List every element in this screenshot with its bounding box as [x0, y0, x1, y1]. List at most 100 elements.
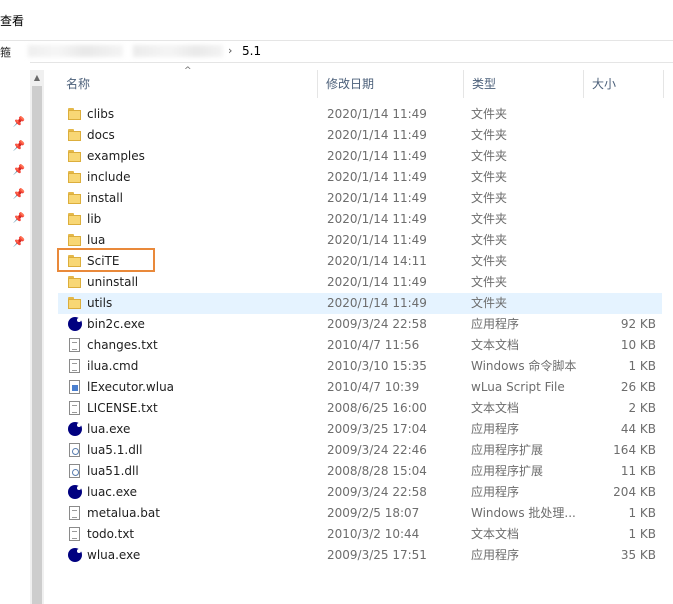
- column-header-date[interactable]: 修改日期: [318, 70, 464, 98]
- folder-icon: [68, 212, 82, 226]
- file-date: 2009/3/24 22:58: [327, 317, 427, 331]
- column-header-row: ^ 名称 修改日期 类型 大小: [58, 66, 668, 98]
- file-type: 文件夹: [471, 275, 508, 289]
- file-name: lua51.dll: [87, 464, 139, 478]
- file-row[interactable]: utils 2020/1/14 11:49 文件夹: [58, 293, 662, 314]
- file-date: 2020/1/14 11:49: [327, 212, 427, 226]
- folder-icon: [68, 128, 82, 142]
- address-blurred-segment[interactable]: [133, 45, 223, 57]
- file-size: 1 KB: [628, 359, 656, 373]
- file-name: lua5.1.dll: [87, 443, 143, 457]
- script-file-icon: [68, 359, 82, 373]
- pin-icon[interactable]: 📌: [12, 140, 26, 154]
- file-row[interactable]: metalua.bat 2009/2/5 18:07 Windows 批处理... 1…: [58, 503, 662, 524]
- file-name: luac.exe: [87, 485, 137, 499]
- column-header-size[interactable]: 大小: [584, 70, 664, 98]
- folder-icon: [68, 107, 82, 121]
- file-row[interactable]: lua5.1.dll 2009/3/24 22:46 应用程序扩展 164 KB: [58, 440, 662, 461]
- folder-icon: [68, 191, 82, 205]
- file-row[interactable]: uninstall 2020/1/14 11:49 文件夹: [58, 272, 662, 293]
- file-row[interactable]: docs 2020/1/14 11:49 文件夹: [58, 125, 662, 146]
- column-header-name[interactable]: 名称: [58, 70, 318, 98]
- file-date: 2020/1/14 11:49: [327, 128, 427, 142]
- file-size: 92 KB: [620, 317, 656, 331]
- column-header-type[interactable]: 类型: [464, 70, 584, 98]
- file-list: clibs 2020/1/14 11:49 文件夹 docs 2020/1/14 11:…: [58, 104, 662, 566]
- file-row[interactable]: LICENSE.txt 2008/6/25 16:00 文本文档 2 KB: [58, 398, 662, 419]
- file-name: wlua.exe: [87, 548, 141, 562]
- chevron-right-icon[interactable]: ›: [228, 44, 232, 57]
- file-date: 2020/1/14 11:49: [327, 107, 427, 121]
- nav-scrollbar[interactable]: ▲: [30, 70, 44, 604]
- file-type: Windows 命令脚本: [471, 359, 577, 373]
- file-type: 文本文档: [471, 527, 520, 541]
- address-bar[interactable]: 箍 › 5.1: [0, 40, 673, 63]
- script-file-icon: [69, 506, 80, 520]
- file-type: 文本文档: [471, 401, 520, 415]
- file-row[interactable]: changes.txt 2010/4/7 11:56 文本文档 10 KB: [58, 335, 662, 356]
- file-size: 35 KB: [620, 548, 656, 562]
- file-size: 11 KB: [620, 464, 656, 478]
- pin-icon[interactable]: 📌: [12, 164, 26, 178]
- file-row[interactable]: lib 2020/1/14 11:49 文件夹: [58, 209, 662, 230]
- address-current-folder[interactable]: 5.1: [242, 44, 261, 58]
- file-row[interactable]: clibs 2020/1/14 11:49 文件夹: [58, 104, 662, 125]
- file-size: 44 KB: [620, 422, 656, 436]
- folder-icon: [68, 296, 82, 310]
- file-row[interactable]: todo.txt 2010/3/2 10:44 文本文档 1 KB: [58, 524, 662, 545]
- file-row[interactable]: lua51.dll 2008/8/28 15:04 应用程序扩展 11 KB: [58, 461, 662, 482]
- file-name: uninstall: [87, 275, 139, 289]
- file-size: 2 KB: [628, 401, 656, 415]
- file-row[interactable]: ilua.cmd 2010/3/10 15:35 Windows 命令脚本 1 KB: [58, 356, 662, 377]
- file-date: 2008/8/28 15:04: [327, 464, 427, 478]
- lua-exe-icon: [68, 548, 82, 562]
- file-type: 文件夹: [471, 191, 508, 205]
- file-name: lib: [87, 212, 102, 226]
- file-type: 文件夹: [471, 296, 508, 310]
- folder-icon: [68, 191, 82, 205]
- script-file-icon: [69, 359, 80, 373]
- file-name: LICENSE.txt: [87, 401, 158, 415]
- wlua-file-icon: [68, 380, 82, 394]
- highlight-box: [57, 248, 155, 272]
- folder-icon: [68, 149, 82, 163]
- pin-icon[interactable]: 📌: [12, 116, 26, 130]
- file-row[interactable]: lExecutor.wlua 2010/4/7 10:39 wLua Script …: [58, 377, 662, 398]
- dll-file-icon: [69, 464, 80, 478]
- file-type: 文件夹: [471, 254, 508, 268]
- folder-icon: [68, 233, 82, 247]
- file-name: metalua.bat: [87, 506, 160, 520]
- lua-exe-icon: [68, 317, 82, 331]
- pin-icon[interactable]: 📌: [12, 212, 26, 226]
- scroll-thumb[interactable]: [32, 86, 42, 604]
- file-row[interactable]: bin2c.exe 2009/3/24 22:58 应用程序 92 KB: [58, 314, 662, 335]
- file-date: 2010/4/7 10:39: [327, 380, 420, 394]
- wlua-file-icon: [69, 380, 80, 394]
- file-size: 1 KB: [628, 527, 656, 541]
- file-row[interactable]: wlua.exe 2009/3/25 17:51 应用程序 35 KB: [58, 545, 662, 566]
- view-tab[interactable]: 查看: [0, 12, 24, 29]
- address-part[interactable]: 箍: [0, 44, 11, 60]
- pin-icon[interactable]: 📌: [12, 236, 26, 250]
- file-type: Windows 批处理...: [471, 506, 576, 520]
- file-name: include: [87, 170, 131, 184]
- file-name: bin2c.exe: [87, 317, 145, 331]
- file-size: 1 KB: [628, 506, 656, 520]
- file-type: 文件夹: [471, 107, 508, 121]
- pin-icon[interactable]: 📌: [12, 188, 26, 202]
- file-row[interactable]: include 2020/1/14 11:49 文件夹: [58, 167, 662, 188]
- file-name: utils: [87, 296, 113, 310]
- navigation-pane: 📌 📌 📌 📌 📌 📌: [0, 62, 30, 604]
- file-row[interactable]: luac.exe 2009/3/24 22:58 应用程序 204 KB: [58, 482, 662, 503]
- text-file-icon: [69, 338, 80, 352]
- file-name: install: [87, 191, 123, 205]
- file-row[interactable]: lua.exe 2009/3/25 17:04 应用程序 44 KB: [58, 419, 662, 440]
- file-row[interactable]: examples 2020/1/14 11:49 文件夹: [58, 146, 662, 167]
- file-row[interactable]: install 2020/1/14 11:49 文件夹: [58, 188, 662, 209]
- file-date: 2009/3/24 22:46: [327, 443, 427, 457]
- scroll-up-arrow-icon[interactable]: ▲: [30, 73, 44, 83]
- file-type: 应用程序扩展: [471, 464, 544, 478]
- file-type: 文件夹: [471, 128, 508, 142]
- dll-file-icon: [68, 443, 82, 457]
- address-blurred-segment[interactable]: [28, 45, 123, 57]
